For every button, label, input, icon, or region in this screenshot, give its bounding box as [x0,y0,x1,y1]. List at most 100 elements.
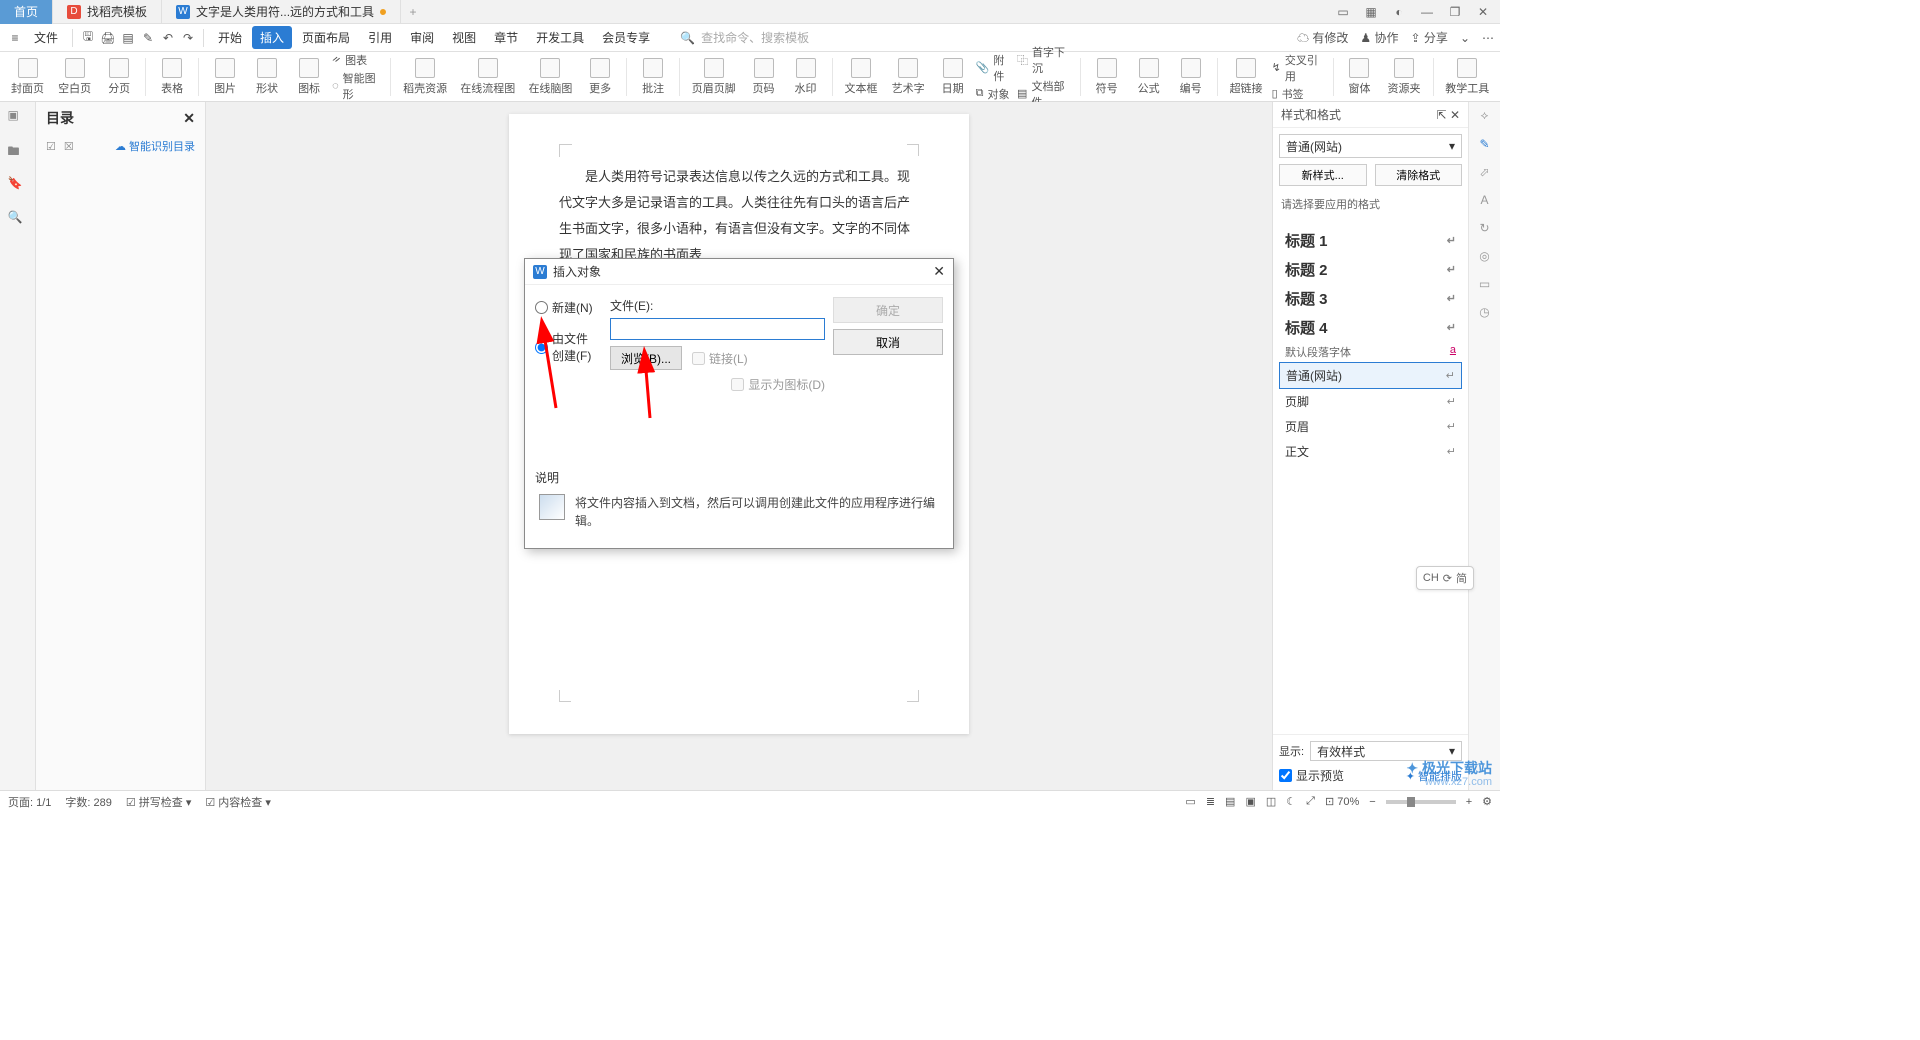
style-h3[interactable]: 标题 3↵ [1279,284,1462,313]
rib-watermark[interactable]: 水印 [787,56,825,98]
layout-icon[interactable]: ▭ [1334,3,1352,21]
rib-wordart[interactable]: 艺术字 [887,56,930,98]
style-h4[interactable]: 标题 4↵ [1279,313,1462,342]
rib-shape[interactable]: 形状 [248,56,286,98]
rib-form[interactable]: 窗体 [1340,56,1378,98]
zoom-slider[interactable] [1386,800,1456,804]
tab-template[interactable]: D 找稻壳模板 [53,0,162,24]
share-button[interactable]: ⇪ 分享 [1411,29,1448,46]
zoom-in-icon[interactable]: + [1466,796,1472,808]
hamburger-icon[interactable]: ≡ [6,29,24,47]
browse-button[interactable]: 浏览(B)... [610,346,682,370]
rib-numbering[interactable]: 编号 [1172,56,1210,98]
close-window-icon[interactable]: ✕ [1474,3,1492,21]
style-body[interactable]: 正文↵ [1279,439,1462,464]
rib-page-break[interactable]: 分页 [100,56,138,98]
menu-dev-tools[interactable]: 开发工具 [528,26,592,49]
rib-blank-page[interactable]: 空白页 [53,56,96,98]
new-style-button[interactable]: 新样式... [1279,164,1367,186]
word-count[interactable]: 字数: 289 [65,794,111,810]
rrail-edit-icon[interactable]: ⟡ [1481,108,1489,123]
rib-mindmap[interactable]: 在线脑图 [524,56,577,98]
style-h2[interactable]: 标题 2↵ [1279,255,1462,284]
redo-icon[interactable]: ↷ [179,29,197,47]
content-check-toggle[interactable]: ☑ 内容检查 ▾ [205,794,271,810]
style-default-para[interactable]: 默认段落字体a [1279,342,1462,362]
rib-page-number[interactable]: 页码 [745,56,783,98]
rib-cover[interactable]: 封面页 [6,56,49,98]
pin-icon[interactable]: ⇱ [1437,108,1447,122]
rib-table[interactable]: 表格 [153,56,191,98]
style-footer[interactable]: 页脚↵ [1279,389,1462,414]
view-mode-outline[interactable]: ≣ [1206,795,1215,808]
rib-crossref-bookmark[interactable]: ↯交叉引用 ▯书签 [1272,52,1326,102]
rib-more[interactable]: 更多 [581,56,619,98]
ok-button[interactable]: 确定 [833,297,943,323]
rib-chart-smart[interactable]: ᨀ图表 ◌智能图形 [332,52,383,102]
file-path-input[interactable] [610,318,825,340]
style-h1[interactable]: 标题 1↵ [1279,226,1462,255]
ribbon-caret-icon[interactable]: ⌄ [1460,31,1470,45]
rrail-convert-icon[interactable]: ↻ [1479,221,1489,235]
menu-vip[interactable]: 会员专享 [594,26,658,49]
rib-comment[interactable]: 批注 [634,56,672,98]
print-preview-icon[interactable]: ▤ [119,29,137,47]
folder-icon[interactable]: 🖿 [8,142,28,162]
current-style-combo[interactable]: 普通(网站)▾ [1279,134,1462,158]
smart-toc-link[interactable]: ☁智能识别目录 [115,138,195,154]
rib-attach-object[interactable]: 📎附件 ⧉对象 [976,52,1013,102]
rrail-book-icon[interactable]: ▭ [1479,277,1490,291]
rib-flowchart[interactable]: 在线流程图 [456,56,520,98]
rib-teach-tools[interactable]: 教学工具 [1441,56,1494,98]
view-mode-print[interactable]: ▭ [1185,795,1195,808]
collab-button[interactable]: ♟ 协作 [1360,29,1398,46]
radio-from-file[interactable]: 由文件创建(F) [535,330,594,364]
undo-icon[interactable]: ↶ [159,29,177,47]
menu-reference[interactable]: 引用 [360,26,400,49]
expand-all-icon[interactable]: ☑ [46,140,56,153]
menu-page-layout[interactable]: 页面布局 [294,26,358,49]
spellcheck-toggle[interactable]: ☑ 拼写检查 ▾ [126,794,192,810]
maximize-icon[interactable]: ❐ [1446,3,1464,21]
search-input[interactable]: 🔍查找命令、搜索模板 [680,29,809,46]
menu-review[interactable]: 审阅 [402,26,442,49]
grid-icon[interactable]: ▦ [1362,3,1380,21]
format-painter-icon[interactable]: ✎ [139,29,157,47]
style-normal-web[interactable]: 普通(网站)↵ [1279,362,1462,389]
menu-start[interactable]: 开始 [210,26,250,49]
rib-equation[interactable]: 公式 [1130,56,1168,98]
menu-view[interactable]: 视图 [444,26,484,49]
rib-symbol[interactable]: 符号 [1088,56,1126,98]
panel-close-icon[interactable]: ✕ [1450,108,1460,122]
rib-date[interactable]: 日期 [934,56,972,98]
tab-home[interactable]: 首页 [0,0,53,24]
show-filter-combo[interactable]: 有效样式▾ [1310,741,1462,761]
page-indicator[interactable]: 页面: 1/1 [8,794,51,810]
menu-section[interactable]: 章节 [486,26,526,49]
view-mode-web[interactable]: ▤ [1225,795,1235,808]
rib-icon[interactable]: 图标 [290,56,328,98]
rrail-abc-icon[interactable]: A [1480,193,1488,207]
radio-new[interactable]: 新建(N) [535,299,594,316]
rib-docer-resource[interactable]: 稻壳资源 [398,56,451,98]
rrail-pin-icon[interactable]: ◎ [1479,249,1489,263]
more-icon[interactable]: ⋯ [1482,31,1494,45]
settings-icon[interactable]: ⚙ [1482,795,1492,808]
rib-picture[interactable]: 图片 [206,56,244,98]
outline-icon[interactable]: ▣ [8,108,28,128]
night-mode-icon[interactable]: ☾ [1286,795,1296,808]
save-icon[interactable]: 🖫 [79,29,97,47]
print-icon[interactable]: 🖨 [99,29,117,47]
rrail-brush-icon[interactable]: ✎ [1479,137,1489,151]
show-as-icon-checkbox[interactable]: 显示为图标(D) [731,376,825,393]
rrail-select-icon[interactable]: ⬀ [1479,165,1489,179]
rib-hyperlink[interactable]: 超链接 [1225,56,1268,98]
rib-textbox[interactable]: 文本框 [839,56,882,98]
tab-add[interactable]: + [401,5,425,19]
minimize-icon[interactable]: — [1418,3,1436,21]
view-mode-read[interactable]: ▣ [1245,795,1255,808]
ime-indicator[interactable]: CH⟳简 [1416,566,1474,590]
menu-insert[interactable]: 插入 [252,26,292,49]
bookmark-icon[interactable]: 🔖 [8,176,28,196]
rrail-clock-icon[interactable]: ◷ [1479,305,1489,319]
